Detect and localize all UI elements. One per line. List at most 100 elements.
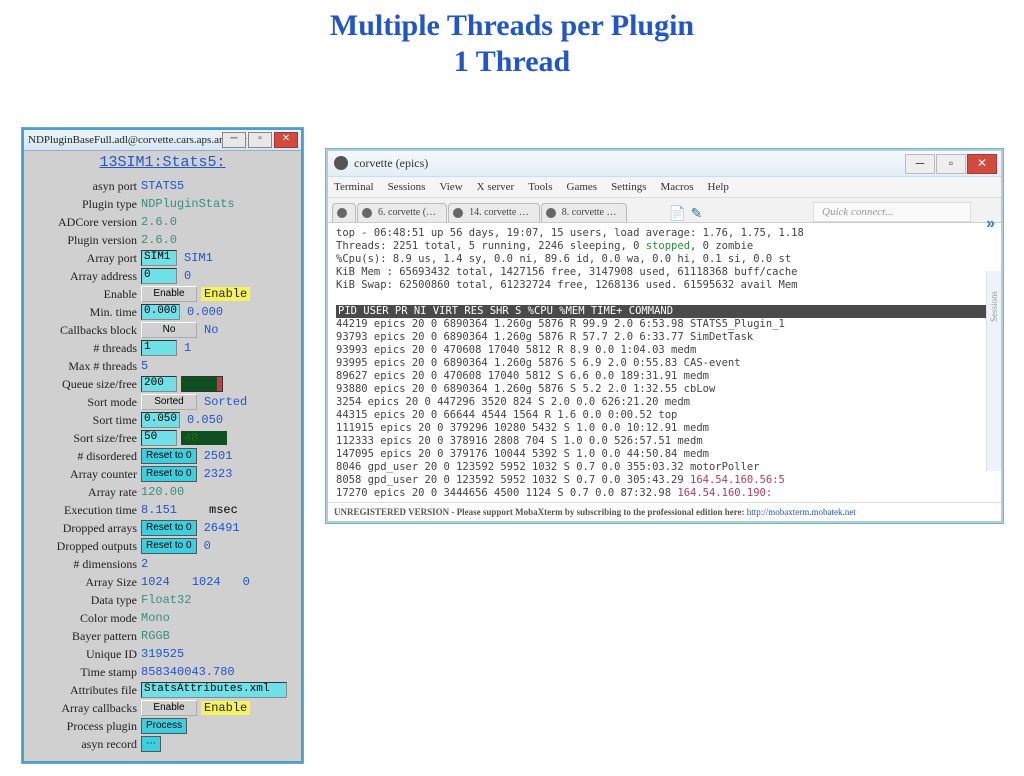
proc-row: 89627 epics 20 0 470608 17040 5812 S 6.6… bbox=[336, 370, 993, 383]
moba-title-text: corvette (epics) bbox=[354, 156, 428, 170]
medm-row-label: Min. time bbox=[29, 305, 137, 320]
menu-item[interactable]: Tools bbox=[528, 177, 552, 197]
medm-dropdown[interactable]: No bbox=[141, 322, 197, 338]
menu-item[interactable]: Macros bbox=[661, 177, 694, 197]
medm-row: Array rate120.00 bbox=[29, 483, 296, 501]
medm-row: Sort size/free5048 bbox=[29, 429, 296, 447]
medm-row: Data typeFloat32 bbox=[29, 591, 296, 609]
medm-button[interactable]: ⋯ bbox=[141, 736, 161, 752]
medm-row-label: Plugin version bbox=[29, 233, 137, 248]
moba-menu: Terminal Sessions View X server Tools Games Se… bbox=[328, 177, 1001, 198]
medm-button[interactable]: Process bbox=[141, 718, 187, 734]
medm-row-label: Sort time bbox=[29, 413, 137, 428]
proc-row: 44315 epics 20 0 66644 4544 1564 R 1.6 0… bbox=[336, 409, 993, 422]
medm-row-label: # disordered bbox=[29, 449, 137, 464]
medm-field[interactable]: 1 bbox=[141, 340, 177, 356]
menu-item[interactable]: Games bbox=[567, 177, 598, 197]
menu-item[interactable]: Help bbox=[708, 177, 729, 197]
moba-footer-link[interactable]: http://mobaxterm.mobatek.net bbox=[747, 507, 856, 517]
tab-session[interactable]: 8. corvette … bbox=[541, 203, 628, 222]
menu-item[interactable]: View bbox=[439, 177, 462, 197]
quick-connect-input[interactable]: Quick connect... bbox=[813, 202, 971, 222]
medm-row: # dimensions 2 bbox=[29, 555, 296, 573]
medm-row: asyn record ⋯ bbox=[29, 735, 296, 753]
moba-titlebar[interactable]: corvette (epics) ─ ▫ ✕ bbox=[328, 151, 1001, 177]
medm-row: Color modeMono bbox=[29, 609, 296, 627]
minimize-button[interactable]: ─ bbox=[905, 154, 935, 174]
medm-row: Dropped outputs Reset to 0 0 bbox=[29, 537, 296, 555]
medm-field[interactable]: 200 bbox=[141, 376, 177, 392]
menu-item[interactable]: Settings bbox=[611, 177, 646, 197]
medm-row-label: Dropped outputs bbox=[29, 539, 137, 554]
medm-row: Bayer patternRGGB bbox=[29, 627, 296, 645]
close-button[interactable]: ✕ bbox=[967, 154, 997, 174]
medm-row-label: asyn port bbox=[29, 179, 137, 194]
medm-button[interactable]: Reset to 0 bbox=[141, 520, 197, 536]
menu-item[interactable]: Sessions bbox=[388, 177, 426, 197]
medm-row-label: Unique ID bbox=[29, 647, 137, 662]
pencil-icon[interactable]: ✎ bbox=[687, 204, 705, 222]
medm-row-label: Data type bbox=[29, 593, 137, 608]
medm-titlebar[interactable]: NDPluginBaseFull.adl@corvette.cars.aps.a… bbox=[24, 130, 301, 151]
medm-field[interactable]: 0.050 bbox=[141, 412, 180, 428]
medm-field[interactable]: 0.000 bbox=[141, 304, 180, 320]
medm-field[interactable]: 0 bbox=[141, 268, 177, 284]
paper-icon[interactable]: 📄 bbox=[668, 204, 686, 222]
medm-row-label: Array counter bbox=[29, 467, 137, 482]
medm-row-label: Dropped arrays bbox=[29, 521, 137, 536]
moba-tab-strip: ⌂ 6. corvette (… 14. corvette … 8. corve… bbox=[328, 198, 1001, 223]
close-button[interactable]: ✕ bbox=[274, 132, 298, 148]
tab-session[interactable]: 14. corvette … bbox=[448, 203, 540, 222]
maximize-button[interactable]: ▫ bbox=[936, 154, 966, 174]
top-header: PID USER PR NI VIRT RES SHR S %CPU %MEM … bbox=[336, 305, 993, 318]
medm-row-label: # dimensions bbox=[29, 557, 137, 572]
medm-row-label: Attributes file bbox=[29, 683, 137, 698]
medm-row: Attributes file StatsAttributes.xml bbox=[29, 681, 296, 699]
medm-row: Sort modeSortedSorted bbox=[29, 393, 296, 411]
medm-field[interactable]: SIM1 bbox=[141, 250, 177, 266]
medm-value: 5 bbox=[141, 359, 148, 373]
medm-field[interactable]: StatsAttributes.xml bbox=[141, 682, 287, 698]
moba-terminal[interactable]: top - 06:48:51 up 56 days, 19:07, 15 use… bbox=[328, 223, 1001, 502]
medm-button[interactable]: Reset to 0 bbox=[141, 538, 197, 554]
medm-value: 2 bbox=[141, 557, 148, 571]
maximize-button[interactable]: ▫ bbox=[248, 132, 272, 148]
top-line: %Cpu(s): 8.9 us, 1.4 sy, 0.0 ni, 89.6 id… bbox=[336, 253, 993, 266]
medm-value: Mono bbox=[141, 611, 170, 625]
medm-row-label: Plugin type bbox=[29, 197, 137, 212]
top-line: KiB Mem : 65693432 total, 1427156 free, … bbox=[336, 266, 993, 279]
medm-extra: 0 bbox=[243, 575, 250, 589]
medm-field[interactable]: 50 bbox=[141, 430, 177, 446]
moba-sidebar[interactable]: Sessions bbox=[986, 271, 1001, 471]
medm-value: RGGB bbox=[141, 629, 170, 643]
moba-footer: UNREGISTERED VERSION - Please support Mo… bbox=[328, 502, 1001, 521]
medm-readback: Enable bbox=[201, 287, 250, 301]
medm-row-label: Time stamp bbox=[29, 665, 137, 680]
medm-readback: 0 bbox=[201, 539, 247, 553]
proc-row: 8058 gpd_user 20 0 123592 5952 1032 S 0.… bbox=[336, 474, 993, 487]
medm-readback: No bbox=[201, 323, 247, 337]
medm-dropdown[interactable]: Enable bbox=[141, 700, 197, 716]
tab-session[interactable]: 6. corvette (… bbox=[357, 203, 447, 222]
medm-button[interactable]: Reset to 0 bbox=[141, 466, 197, 482]
tab-home[interactable]: ⌂ bbox=[332, 203, 356, 222]
medm-title-text: NDPluginBaseFull.adl@corvette.cars.aps.a… bbox=[28, 134, 247, 146]
medm-value: 858340043.780 bbox=[141, 665, 235, 679]
menu-item[interactable]: X server bbox=[477, 177, 515, 197]
medm-row: # threads11 bbox=[29, 339, 296, 357]
medm-dropdown[interactable]: Sorted bbox=[141, 394, 197, 410]
medm-row-label: Array callbacks bbox=[29, 701, 137, 716]
medm-dropdown[interactable]: Enable bbox=[141, 286, 197, 302]
top-line: Threads: 2251 total, 5 running, 2246 sle… bbox=[336, 240, 993, 253]
home-icon: ⌂ bbox=[339, 207, 345, 218]
scroll-arrow-icon[interactable]: » bbox=[986, 215, 995, 233]
medm-row-label: asyn record bbox=[29, 737, 137, 752]
medm-value: 8.151 bbox=[141, 503, 177, 517]
menu-item[interactable]: Terminal bbox=[334, 177, 374, 197]
medm-row: Array portSIM1SIM1 bbox=[29, 249, 296, 267]
medm-button[interactable]: Reset to 0 bbox=[141, 448, 197, 464]
proc-row: 147095 epics 20 0 379176 10044 5392 S 1.… bbox=[336, 448, 993, 461]
medm-value: 2.6.0 bbox=[141, 233, 177, 247]
medm-body: asyn portSTATS5Plugin typeNDPluginStatsA… bbox=[24, 175, 301, 761]
minimize-button[interactable]: ─ bbox=[222, 132, 246, 148]
